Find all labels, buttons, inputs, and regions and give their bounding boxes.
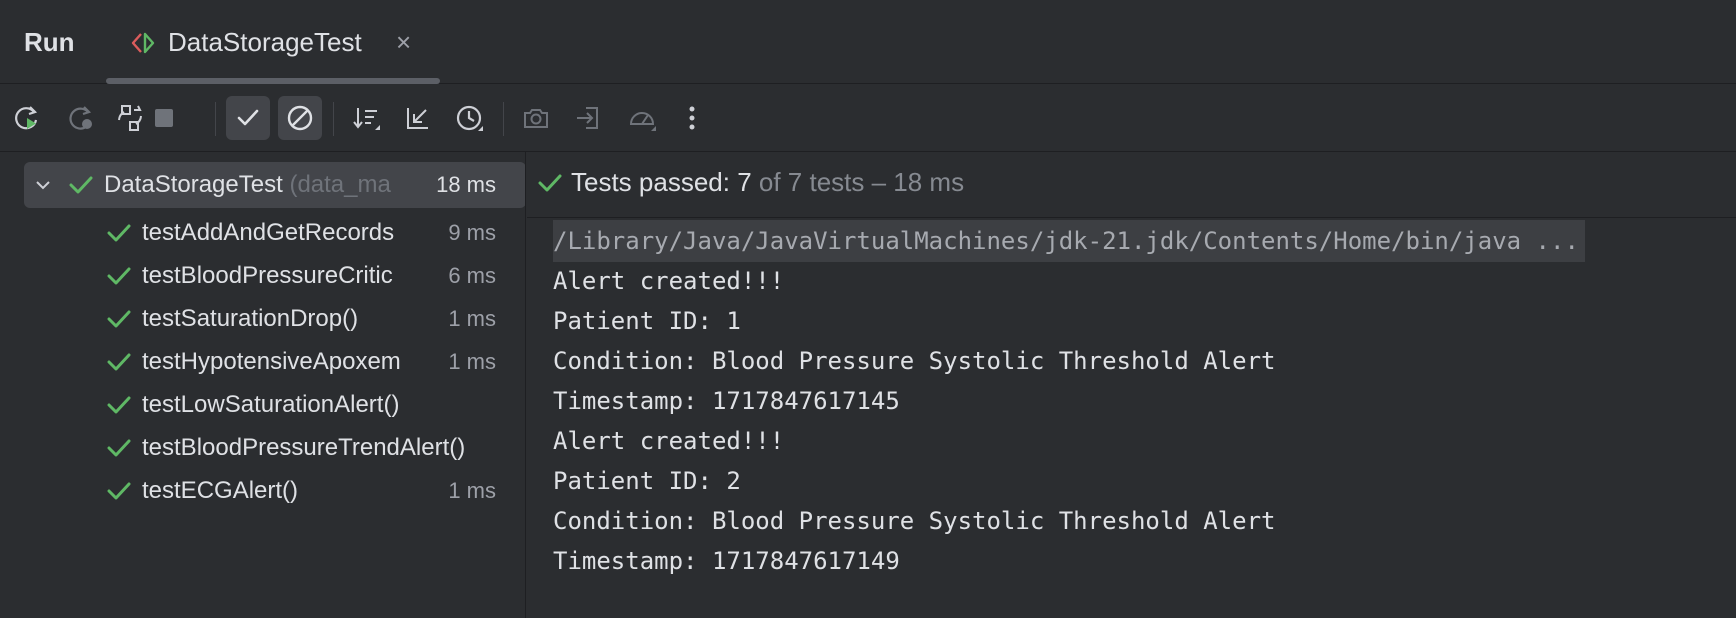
test-name: testBloodPressureCritic xyxy=(142,262,393,289)
passed-check-icon xyxy=(107,439,131,457)
toolbar-separator xyxy=(333,102,334,136)
show-passed-button[interactable] xyxy=(226,96,270,140)
test-history-button[interactable] xyxy=(448,96,492,140)
collapse-all-button[interactable] xyxy=(396,96,440,140)
screenshot-button[interactable] xyxy=(514,96,558,140)
console-line: Patient ID: 1 xyxy=(553,307,741,335)
test-time: 1 ms xyxy=(444,296,496,342)
test-config-icon xyxy=(131,32,155,54)
ignored-icon xyxy=(287,105,313,131)
passed-check-icon xyxy=(69,176,93,194)
test-time: 1 ms xyxy=(444,468,496,514)
tree-test-item[interactable]: testLowSaturationAlert() xyxy=(24,382,525,428)
stop-button[interactable] xyxy=(142,96,186,140)
tree-test-item[interactable]: testHypotensiveApoxem 1 ms xyxy=(24,339,525,385)
tree-test-item[interactable]: testBloodPressureCritic 6 ms xyxy=(24,253,525,299)
passed-check-icon xyxy=(107,267,131,285)
rerun-icon xyxy=(15,106,38,130)
console-line: Condition: Blood Pressure Systolic Thres… xyxy=(553,347,1276,375)
tree-root-label: DataStorageTest (data_ma xyxy=(104,171,391,198)
tree-test-item[interactable]: testSaturationDrop() 1 ms xyxy=(24,296,525,342)
console-line: Timestamp: 1717847617145 xyxy=(553,387,900,415)
console-line: Timestamp: 1717847617149 xyxy=(553,547,900,575)
console-line: Condition: Blood Pressure Systolic Thres… xyxy=(553,507,1276,535)
tab-datastoragetest[interactable]: DataStorageTest × xyxy=(106,0,440,84)
test-name: testECGAlert() xyxy=(142,477,299,504)
sort-icon xyxy=(353,108,380,130)
test-name: testAddAndGetRecords xyxy=(142,219,395,246)
rerun-failed-button[interactable] xyxy=(58,96,102,140)
show-ignored-button[interactable] xyxy=(278,96,322,140)
passed-check-icon xyxy=(107,224,131,242)
history-icon xyxy=(456,105,483,131)
tree-test-item[interactable]: testBloodPressureTrendAlert() xyxy=(24,425,525,471)
close-icon[interactable]: × xyxy=(396,29,411,55)
passed-check-icon xyxy=(107,396,131,414)
import-tests-button[interactable] xyxy=(566,96,610,140)
test-time: 6 ms xyxy=(444,253,496,299)
console-line: Patient ID: 2 xyxy=(553,467,741,495)
run-toolbar xyxy=(0,84,1736,152)
test-time: 9 ms xyxy=(444,210,496,256)
sort-button[interactable] xyxy=(344,96,388,140)
test-name: testSaturationDrop() xyxy=(142,305,359,332)
rerun-button[interactable] xyxy=(4,96,48,140)
test-name: testBloodPressureTrendAlert() xyxy=(142,434,466,461)
test-time: 1 ms xyxy=(444,339,496,385)
console-output[interactable]: /Library/Java/JavaVirtualMachines/jdk-21… xyxy=(527,218,1736,618)
tree-test-item[interactable]: testECGAlert() 1 ms xyxy=(24,468,525,514)
test-name: testHypotensiveApoxem xyxy=(142,348,401,375)
gauge-icon xyxy=(629,112,656,131)
stop-icon xyxy=(155,109,173,127)
passed-check-icon xyxy=(107,353,131,371)
passed-check-icon xyxy=(538,174,562,192)
console-line: Alert created!!! xyxy=(553,427,785,455)
tool-window-header: Run DataStorageTest × xyxy=(0,0,1736,84)
toolbar-separator xyxy=(503,102,504,136)
rerun-failed-icon xyxy=(69,106,92,130)
toolbar-separator xyxy=(215,102,216,136)
test-status-bar: Tests passed: 7 of 7 tests – 18 ms xyxy=(527,152,1736,218)
run-tool-window-title: Run xyxy=(24,27,75,57)
tree-root-time: 18 ms xyxy=(432,162,496,208)
console-line: Alert created!!! xyxy=(553,267,785,295)
passed-check-icon xyxy=(107,482,131,500)
chevron-down-icon[interactable] xyxy=(32,174,54,196)
more-options-button[interactable] xyxy=(670,96,714,140)
test-summary: Tests passed: 7 of 7 tests – 18 ms xyxy=(571,167,965,197)
more-icon xyxy=(689,106,695,130)
tree-root-datastoragetest[interactable]: DataStorageTest (data_ma 18 ms xyxy=(24,162,525,208)
passed-check-icon xyxy=(107,310,131,328)
tab-label: DataStorageTest xyxy=(168,27,362,57)
import-icon xyxy=(577,107,598,129)
camera-icon xyxy=(524,109,548,128)
test-results-tree: DataStorageTest (data_ma 18 ms testAddAn… xyxy=(0,152,526,618)
check-icon xyxy=(237,109,259,126)
collapse-icon xyxy=(407,108,428,129)
test-name: testLowSaturationAlert() xyxy=(142,391,400,418)
coverage-button[interactable] xyxy=(620,96,664,140)
console-command-line[interactable]: /Library/Java/JavaVirtualMachines/jdk-21… xyxy=(553,220,1585,262)
tree-test-item[interactable]: testAddAndGetRecords 9 ms xyxy=(24,210,525,256)
